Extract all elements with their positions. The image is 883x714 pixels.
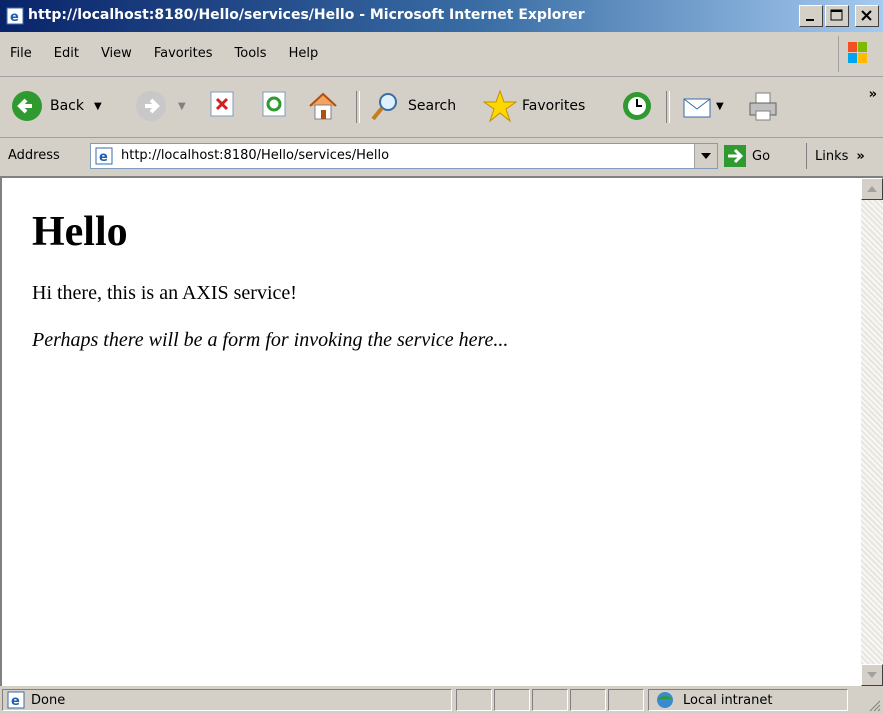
page-viewport: Hello Hi there, this is an AXIS service!… [0, 176, 883, 686]
menu-view[interactable]: View [101, 46, 132, 61]
svg-text:e: e [10, 10, 19, 25]
standard-toolbar: Back ▼ ▼ Search Favorites ▼ » [0, 77, 883, 138]
status-pane [456, 689, 492, 711]
back-arrow-icon [12, 91, 42, 121]
zone-label: Local intranet [683, 692, 773, 708]
resize-grip-icon[interactable] [867, 698, 881, 712]
svg-text:e: e [99, 150, 108, 165]
windows-logo-icon [838, 36, 875, 72]
back-button[interactable]: Back ▼ [10, 89, 102, 123]
status-text: Done [31, 692, 66, 708]
close-button[interactable] [855, 5, 879, 27]
page-body: Hello Hi there, this is an AXIS service!… [32, 178, 508, 376]
mail-dropdown-icon[interactable]: ▼ [716, 101, 724, 112]
refresh-icon [262, 91, 286, 117]
favorites-button[interactable]: Favorites [482, 89, 585, 123]
back-label: Back [50, 98, 84, 114]
ie-page-icon: e [7, 691, 25, 709]
scroll-down-button[interactable] [861, 664, 883, 686]
menu-favorites[interactable]: Favorites [154, 46, 213, 61]
address-url: http://localhost:8180/Hello/services/Hel… [121, 148, 390, 163]
address-dropdown-button[interactable] [694, 144, 717, 168]
favorites-star-icon [482, 89, 518, 123]
history-icon [623, 92, 651, 120]
forward-dropdown-icon[interactable]: ▼ [178, 101, 186, 112]
maximize-button[interactable] [825, 5, 849, 27]
arrow-down-icon [867, 672, 877, 678]
go-arrow-icon [724, 145, 746, 167]
favorites-label: Favorites [522, 98, 586, 114]
vertical-scrollbar[interactable] [861, 178, 883, 686]
toolbar-more-icon[interactable]: » [869, 87, 877, 102]
menu-tools[interactable]: Tools [235, 46, 267, 61]
minimize-icon [806, 19, 814, 21]
print-icon [749, 92, 777, 121]
page-paragraph: Hi there, this is an AXIS service! [32, 282, 297, 304]
menu-edit[interactable]: Edit [54, 46, 79, 61]
home-icon [309, 92, 337, 120]
stop-button[interactable] [208, 89, 238, 119]
print-button[interactable] [746, 89, 780, 123]
menu-file[interactable]: File [10, 46, 32, 61]
minimize-button[interactable] [799, 5, 823, 27]
ie-page-icon: e [95, 147, 115, 169]
search-label: Search [408, 98, 457, 114]
arrow-up-icon [867, 186, 877, 192]
links-toolbar[interactable]: Links » [806, 143, 865, 169]
forward-arrow-icon [136, 91, 166, 121]
address-input[interactable]: e http://localhost:8180/Hello/services/H… [90, 143, 718, 169]
links-label: Links [815, 148, 849, 164]
go-label: Go [752, 148, 771, 164]
go-button[interactable]: Go [724, 145, 770, 167]
forward-button[interactable]: ▼ [134, 89, 186, 123]
security-zone-pane: Local intranet [648, 689, 848, 711]
status-main-pane: e Done [2, 689, 452, 711]
maximize-icon [830, 9, 843, 21]
search-button[interactable]: Search [368, 89, 456, 123]
stop-icon [210, 91, 234, 117]
local-intranet-icon [657, 692, 673, 708]
window-title: http://localhost:8180/Hello/services/Hel… [28, 7, 585, 23]
ie-page-icon: e [6, 7, 24, 29]
mail-button[interactable]: ▼ [680, 89, 724, 123]
mail-icon [683, 98, 711, 118]
close-icon [861, 10, 872, 21]
history-button[interactable] [620, 89, 654, 123]
refresh-button[interactable] [260, 89, 290, 119]
status-pane [570, 689, 606, 711]
back-dropdown-icon[interactable]: ▼ [94, 101, 102, 112]
page-heading: Hello [32, 209, 128, 255]
menu-bar: File Edit View Favorites Tools Help [0, 32, 883, 77]
address-bar: Address e http://localhost:8180/Hello/se… [0, 139, 883, 175]
page-note: Perhaps there will be a form for invokin… [32, 329, 509, 351]
status-bar: e Done Local intranet [0, 686, 883, 714]
home-button[interactable] [306, 89, 340, 123]
svg-text:e: e [11, 694, 20, 709]
status-pane [494, 689, 530, 711]
scroll-up-button[interactable] [861, 178, 883, 200]
address-label: Address [8, 148, 60, 163]
status-pane [608, 689, 644, 711]
links-more-icon[interactable]: » [856, 149, 864, 164]
status-pane [532, 689, 568, 711]
menu-help[interactable]: Help [289, 46, 319, 61]
search-icon [371, 93, 397, 121]
title-bar[interactable]: e http://localhost:8180/Hello/services/H… [0, 0, 883, 32]
chevron-down-icon [701, 153, 711, 159]
